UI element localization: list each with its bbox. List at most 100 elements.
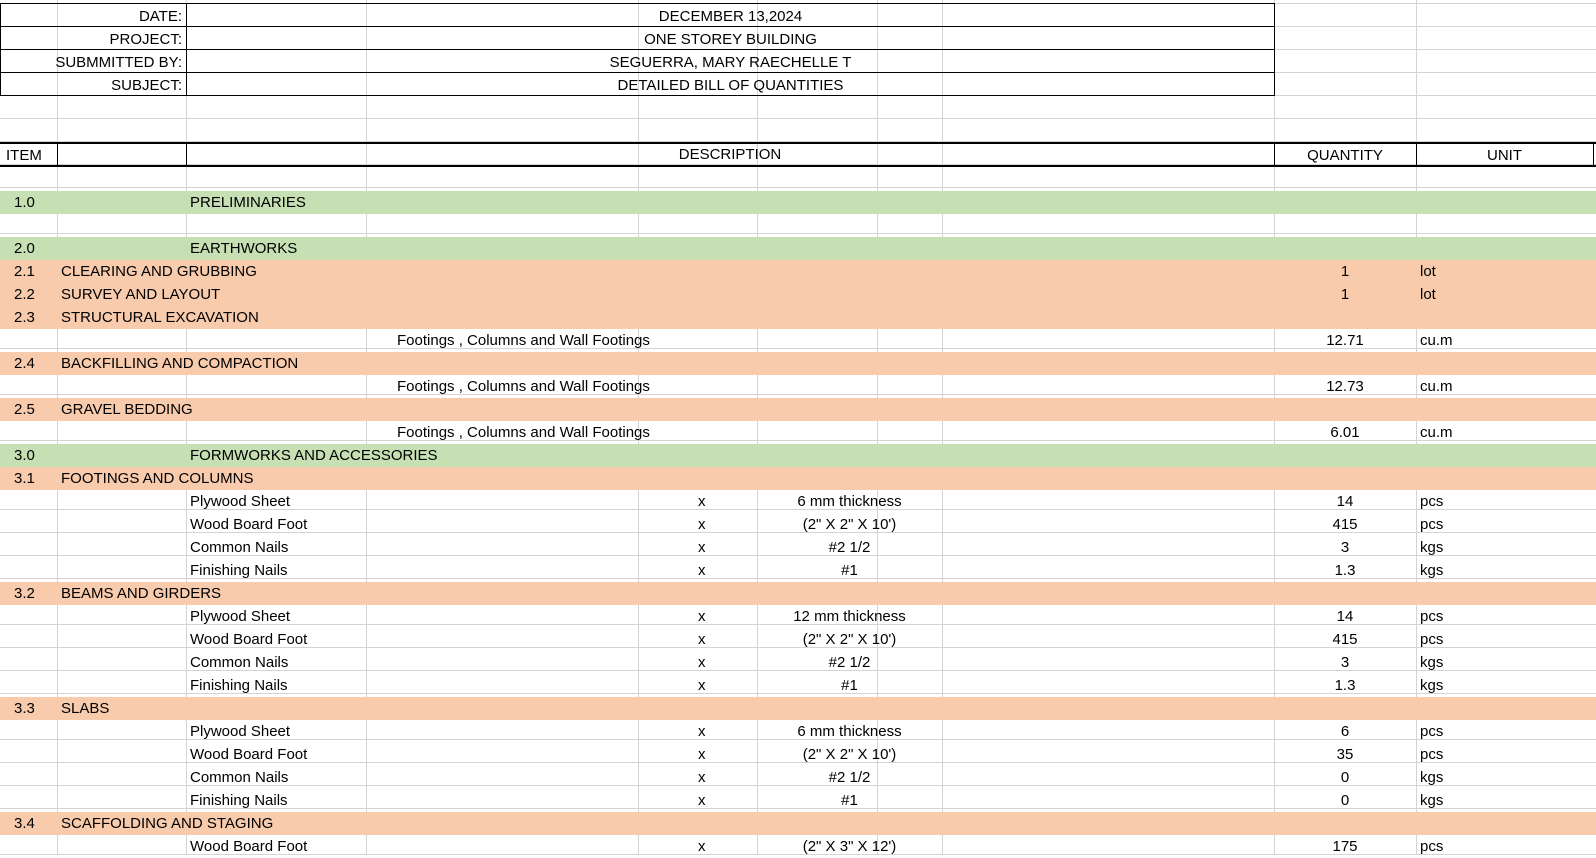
subsection-title: GRAVEL BEDDING [61,401,193,418]
subsection-row[interactable] [0,582,1596,605]
unit-cell[interactable]: kgs [1420,651,1443,674]
submitted-by-value[interactable]: SEGUERRA, MARY RAECHELLE T [186,51,1275,74]
unit-cell[interactable]: lot [1420,283,1436,306]
subject-value[interactable]: DETAILED BILL OF QUANTITIES [186,74,1275,97]
unit-cell[interactable]: cu.m [1420,421,1453,444]
gridline-horizontal [0,118,1596,119]
times-marker: x [698,769,706,786]
project-value[interactable]: ONE STOREY BUILDING [186,28,1275,51]
submitted-by-label: SUBMMITTED BY: [55,54,182,71]
unit-cell[interactable]: pcs [1420,513,1443,536]
subsection-title: BEAMS AND GIRDERS [61,585,222,602]
material-name: Plywood Sheet [190,608,291,625]
subsection-title: CLEARING AND GRUBBING [61,263,257,280]
material-spec: (2" X 2" X 10') [802,516,897,533]
unit-cell[interactable]: kgs [1420,789,1443,812]
quantity-cell[interactable]: 3 [1274,536,1416,559]
date-label: DATE: [138,8,182,25]
gridline-vertical [942,0,943,855]
unit-cell[interactable]: pcs [1420,628,1443,651]
unit-cell[interactable]: pcs [1420,490,1443,513]
gridline-vertical [57,0,58,855]
item-number: 3.2 [14,585,35,602]
scope-description: Footings , Columns and Wall Footings [397,378,650,395]
material-spec: #2 1/2 [828,769,871,786]
times-marker: x [698,746,706,763]
quantity-cell[interactable]: 12.73 [1274,375,1416,398]
unit-cell[interactable]: pcs [1420,720,1443,743]
quantity-cell[interactable]: 35 [1274,743,1416,766]
material-spec: 6 mm thickness [797,493,902,510]
quantity-cell[interactable]: 12.71 [1274,329,1416,352]
subsection-title: SLABS [61,700,110,717]
subsection-title: FOOTINGS AND COLUMNS [61,470,254,487]
gridline-vertical [1416,0,1417,855]
quantity-cell[interactable]: 1 [1274,260,1416,283]
gridline-horizontal [0,187,1596,188]
unit-cell[interactable]: cu.m [1420,375,1453,398]
times-marker: x [698,539,706,556]
item-number: 3.4 [14,815,35,832]
material-name: Plywood Sheet [190,723,291,740]
item-number: 2.2 [14,286,35,303]
material-name: Plywood Sheet [190,493,291,510]
unit-cell[interactable]: cu.m [1420,329,1453,352]
gridline-horizontal [0,233,1596,234]
quantity-cell[interactable]: 3 [1274,651,1416,674]
project-label: PROJECT: [109,31,182,48]
quantity-cell[interactable]: 1.3 [1274,674,1416,697]
unit-cell[interactable]: pcs [1420,605,1443,628]
quantity-cell[interactable]: 0 [1274,766,1416,789]
times-marker: x [698,677,706,694]
material-name: Common Nails [190,769,289,786]
material-spec: 6 mm thickness [797,723,902,740]
material-name: Wood Board Foot [190,746,308,763]
item-number: 2.3 [14,309,35,326]
times-marker: x [698,631,706,648]
subsection-row[interactable] [0,398,1596,421]
subsection-title: STRUCTURAL EXCAVATION [61,309,259,326]
material-name: Wood Board Foot [190,516,308,533]
quantity-cell[interactable]: 415 [1274,628,1416,651]
quantity-cell[interactable]: 415 [1274,513,1416,536]
quantity-cell[interactable]: 1 [1274,283,1416,306]
material-spec: #2 1/2 [828,654,871,671]
quantity-cell[interactable]: 14 [1274,490,1416,513]
item-number: 2.0 [14,240,35,257]
spreadsheet[interactable]: DATE: DECEMBER 13,2024 PROJECT: ONE STOR… [0,0,1596,855]
material-name: Common Nails [190,654,289,671]
material-spec: #1 [841,562,858,579]
times-marker: x [698,654,706,671]
column-header-item[interactable]: ITEM [6,144,42,167]
material-spec: 12 mm thickness [793,608,906,625]
subsection-row[interactable] [0,697,1596,720]
item-number: 3.3 [14,700,35,717]
unit-cell[interactable]: kgs [1420,674,1443,697]
subsection-title: SCAFFOLDING AND STAGING [61,815,274,832]
column-header-unit[interactable]: UNIT [1416,144,1593,167]
item-number: 2.5 [14,401,35,418]
unit-cell[interactable]: kgs [1420,559,1443,582]
item-number: 2.4 [14,355,35,372]
unit-cell[interactable]: kgs [1420,766,1443,789]
material-spec: #1 [841,792,858,809]
column-header-description[interactable]: DESCRIPTION [186,143,1274,166]
unit-cell[interactable]: kgs [1420,536,1443,559]
material-name: Finishing Nails [190,562,288,579]
material-name: Finishing Nails [190,792,288,809]
quantity-cell[interactable]: 6.01 [1274,421,1416,444]
date-value[interactable]: DECEMBER 13,2024 [186,5,1275,28]
item-number: 2.1 [14,263,35,280]
quantity-cell[interactable]: 14 [1274,605,1416,628]
column-header-quantity[interactable]: QUANTITY [1274,144,1416,167]
quantity-cell[interactable]: 6 [1274,720,1416,743]
column-divider-item [57,142,58,167]
section-title: EARTHWORKS [190,240,298,257]
gridline-vertical [186,0,187,855]
quantity-cell[interactable]: 0 [1274,789,1416,812]
material-spec: #2 1/2 [828,539,871,556]
subsection-title: BACKFILLING AND COMPACTION [61,355,299,372]
unit-cell[interactable]: lot [1420,260,1436,283]
unit-cell[interactable]: pcs [1420,743,1443,766]
quantity-cell[interactable]: 1.3 [1274,559,1416,582]
